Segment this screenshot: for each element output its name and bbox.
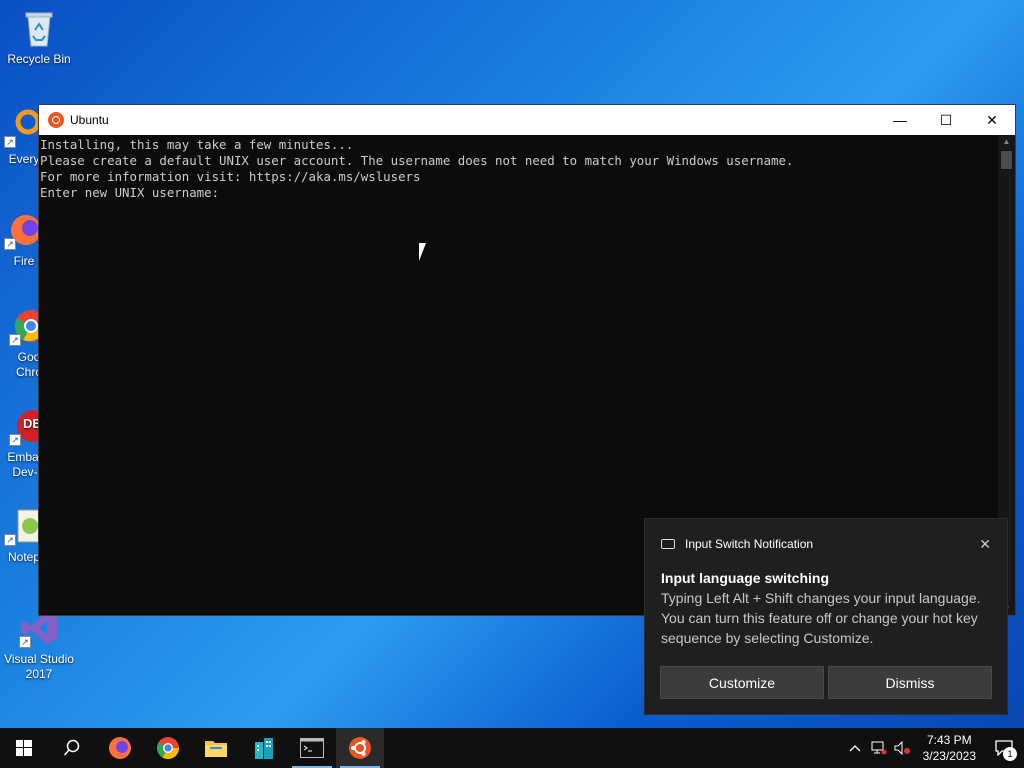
customize-button[interactable]: Customize [660, 666, 824, 699]
buildings-app-icon [255, 738, 273, 759]
desktop-icon-recycle-bin[interactable]: Recycle Bin [1, 8, 77, 67]
console-line: Please create a default UNIX user accoun… [40, 153, 794, 168]
shortcut-arrow-icon: ↗ [4, 534, 16, 546]
desktop-icon-visual-studio-2017[interactable]: ↗ Visual Studio 2017 [1, 608, 77, 682]
mouse-pointer-icon [418, 242, 433, 262]
chrome-icon [157, 737, 179, 759]
chevron-up-icon[interactable] [843, 728, 867, 768]
volume-muted-icon[interactable] [891, 728, 915, 768]
action-center-button[interactable]: 1 [984, 728, 1024, 768]
terminal-icon [300, 738, 324, 758]
start-button[interactable] [0, 728, 48, 768]
scroll-up-arrow-icon[interactable]: ▲ [1002, 137, 1011, 146]
shortcut-arrow-icon: ↗ [19, 636, 31, 648]
taskbar-file-explorer[interactable] [192, 728, 240, 768]
toast-close-icon[interactable]: ✕ [979, 536, 991, 553]
clock-date: 3/23/2023 [922, 749, 976, 763]
ubuntu-icon [349, 737, 371, 759]
maximize-button[interactable]: ☐ [923, 105, 969, 135]
search-icon [63, 739, 80, 756]
minimize-button[interactable]: — [877, 105, 923, 135]
taskbar: 7:43 PM 3/23/2023 1 [0, 728, 1024, 768]
windows-logo-icon [16, 740, 32, 756]
shortcut-arrow-icon: ↗ [4, 238, 16, 250]
desktop-icon-label: Recycle Bin [7, 52, 71, 66]
search-button[interactable] [48, 728, 96, 768]
window-title: Ubuntu [70, 113, 109, 127]
notification-count-badge: 1 [1003, 747, 1017, 761]
ubuntu-icon [48, 112, 64, 128]
system-tray: 7:43 PM 3/23/2023 1 [843, 728, 1024, 768]
taskbar-chrome[interactable] [144, 728, 192, 768]
console-line: For more information visit: https://aka.… [40, 169, 421, 184]
clock[interactable]: 7:43 PM 3/23/2023 [915, 732, 984, 764]
notification-body: Typing Left Alt + Shift changes your inp… [661, 590, 981, 646]
network-icon[interactable] [867, 728, 891, 768]
input-switch-notification[interactable]: Input Switch Notification ✕ Input langua… [644, 518, 1008, 715]
shortcut-arrow-icon: ↗ [9, 434, 21, 446]
taskbar-firefox[interactable] [96, 728, 144, 768]
taskbar-app-buildings[interactable] [240, 728, 288, 768]
scroll-thumb[interactable] [1001, 151, 1012, 169]
keyboard-icon [661, 539, 675, 549]
notification-title: Input language switching [661, 570, 829, 586]
shortcut-arrow-icon: ↗ [4, 136, 16, 148]
firefox-icon [109, 737, 131, 759]
taskbar-command-prompt[interactable] [288, 728, 336, 768]
close-button[interactable]: ✕ [969, 105, 1015, 135]
dismiss-button[interactable]: Dismiss [828, 666, 992, 699]
window-titlebar[interactable]: Ubuntu — ☐ ✕ [39, 105, 1015, 135]
notification-source: Input Switch Notification [685, 537, 814, 551]
desktop-icon-label: Visual Studio 2017 [4, 652, 74, 681]
shortcut-arrow-icon: ↗ [9, 334, 21, 346]
taskbar-ubuntu[interactable] [336, 728, 384, 768]
console-line: Installing, this may take a few minutes.… [40, 137, 354, 152]
clock-time: 7:43 PM [926, 733, 972, 747]
recycle-bin-icon [19, 8, 59, 48]
console-prompt-line: Enter new UNIX username: [40, 185, 220, 200]
folder-icon [205, 741, 227, 757]
